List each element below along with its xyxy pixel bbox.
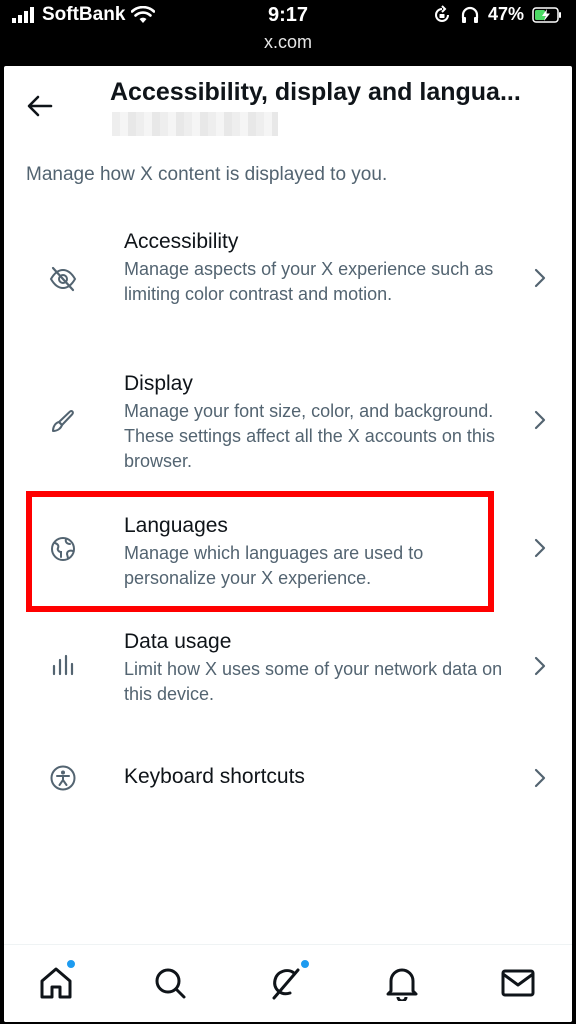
menu-item-text: Accessibility Manage aspects of your X e… [124,228,504,307]
menu-item-description: Limit how X uses some of your network da… [124,659,503,704]
nav-messages-button[interactable] [498,963,538,1003]
menu-item-title: Display [124,372,193,395]
menu-item-description: Manage your font size, color, and backgr… [124,401,495,471]
chevron-right-icon [530,766,550,790]
menu-item-title: Data usage [124,630,232,653]
notification-dot [66,959,76,969]
battery-charging-icon [532,6,561,23]
nav-grok-button[interactable] [266,959,310,1003]
eye-off-icon [48,264,78,294]
menu-item-accessibility[interactable]: Accessibility Manage aspects of your X e… [4,218,572,346]
chevron-right-icon [530,536,550,560]
accessibility-person-icon [48,763,78,793]
orientation-lock-icon [435,4,449,22]
menu-item-data-usage[interactable]: Data usage Limit how X uses some of your… [4,618,572,718]
page-title: Accessibility, display and langua... [110,78,521,106]
notification-dot [300,959,310,969]
chevron-right-icon [530,654,550,678]
bar-chart-icon [48,650,78,680]
menu-item-text: Keyboard shortcuts [124,763,504,791]
browser-url: x.com [263,32,312,52]
redacted-username [112,112,278,136]
search-icon [155,968,186,999]
battery-percent: 47% [487,4,524,24]
home-icon [40,967,72,999]
menu-item-description: Manage aspects of your X experience such… [124,259,494,304]
menu-item-text: Languages Manage which languages are use… [124,512,504,591]
globe-icon [48,534,78,564]
menu-item-description: Manage which languages are used to perso… [124,543,424,588]
menu-item-text: Data usage Limit how X uses some of your… [124,628,504,707]
chevron-right-icon [530,408,550,432]
status-right: 47% [432,4,562,25]
status-bar: SoftBank 9:17 47% x.com [0,0,576,64]
messages-icon [501,969,535,997]
menu-item-title: Languages [124,514,228,537]
menu-item-display[interactable]: Display Manage your font size, color, an… [4,360,572,488]
nav-search-button[interactable] [150,963,190,1003]
header: Accessibility, display and langua... [4,66,572,146]
nav-notifications-button[interactable] [382,963,422,1003]
menu-item-languages[interactable]: Languages Manage which languages are use… [4,502,572,602]
chevron-right-icon [530,266,550,290]
bottom-nav [4,944,572,1022]
notifications-icon [386,968,418,1001]
intro-text: Manage how X content is displayed to you… [26,164,388,185]
settings-page: Accessibility, display and langua... Man… [4,66,572,1022]
nav-home-button[interactable] [36,959,76,1003]
menu-item-keyboard-shortcuts[interactable]: Keyboard shortcuts [4,746,572,810]
brush-icon [48,406,78,436]
arrow-left-icon [27,95,53,117]
grok-icon [272,968,300,1000]
headphones-icon [461,6,479,23]
menu-item-text: Display Manage your font size, color, an… [124,370,504,474]
menu-item-title: Keyboard shortcuts [124,765,305,788]
back-button[interactable] [22,88,58,124]
menu-item-title: Accessibility [124,230,239,253]
